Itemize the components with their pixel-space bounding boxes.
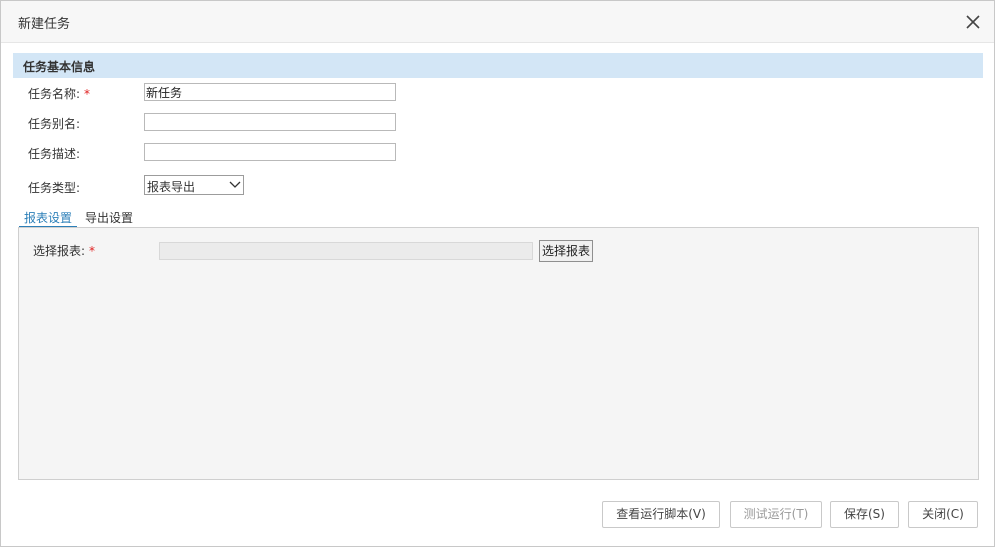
task-type-select[interactable]: 报表导出 xyxy=(144,175,244,195)
selected-report-field xyxy=(159,242,533,260)
task-name-label-text: 任务名称: xyxy=(28,87,81,101)
close-button[interactable]: 关闭(C) xyxy=(908,501,978,528)
task-description-label: 任务描述: xyxy=(28,147,81,161)
new-task-dialog: 新建任务 任务基本信息 任务名称:* 任务别名: 任务描述: 任务类型: 报表导… xyxy=(0,0,995,547)
settings-tabs: 报表设置 导出设置 xyxy=(18,206,980,228)
select-report-label: 选择报表: * xyxy=(33,242,95,259)
tab-report-settings[interactable]: 报表设置 xyxy=(24,209,72,226)
task-type-value: 报表导出 xyxy=(147,180,196,194)
dialog-header: 新建任务 xyxy=(1,1,994,43)
required-mark: * xyxy=(84,87,91,101)
save-button[interactable]: 保存(S) xyxy=(830,501,899,528)
section-title: 任务基本信息 xyxy=(23,60,96,74)
task-description-input[interactable] xyxy=(144,143,396,161)
section-header: 任务基本信息 xyxy=(13,53,983,78)
test-run-button[interactable]: 测试运行(T) xyxy=(730,501,822,528)
choose-report-button[interactable]: 选择报表 xyxy=(539,240,593,262)
task-name-label: 任务名称: * xyxy=(28,85,90,102)
chevron-down-icon xyxy=(229,181,241,188)
dialog-title: 新建任务 xyxy=(18,17,71,32)
task-type-label: 任务类型: xyxy=(28,181,81,195)
select-report-label-text: 选择报表: xyxy=(33,244,86,258)
report-settings-panel: 选择报表: * 选择报表 xyxy=(18,227,979,480)
task-name-input[interactable] xyxy=(144,83,396,101)
required-mark: * xyxy=(89,244,96,258)
close-icon[interactable] xyxy=(963,12,983,32)
view-run-script-button[interactable]: 查看运行脚本(V) xyxy=(602,501,720,528)
task-alias-input[interactable] xyxy=(144,113,396,131)
task-alias-label: 任务别名: xyxy=(28,117,81,131)
tab-export-settings[interactable]: 导出设置 xyxy=(85,209,133,226)
